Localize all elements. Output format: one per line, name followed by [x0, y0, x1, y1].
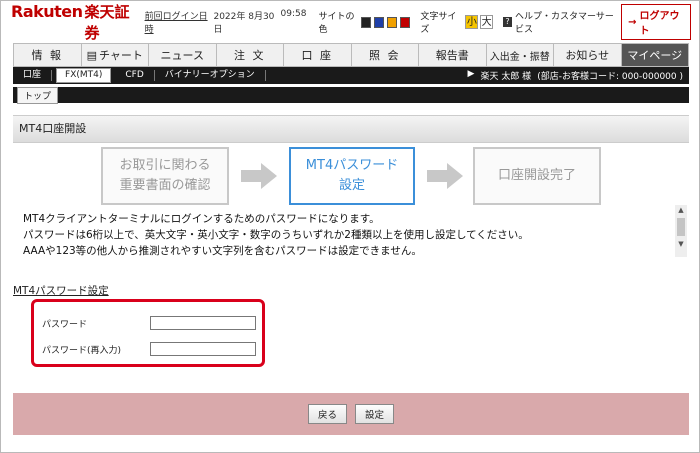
- chart-icon: ▤: [86, 48, 97, 62]
- help-label: ヘルプ・カスタマーサービス: [515, 12, 614, 35]
- nav-notice-label: お知らせ: [565, 49, 610, 62]
- desc-line-3: AAAや123等の他人から推測されやすい文字列を含むパスワードは設定できません。: [23, 245, 422, 257]
- rakuten-logo[interactable]: Rakuten 楽天証券: [11, 1, 133, 43]
- nav-report[interactable]: 報告書: [419, 44, 487, 66]
- scroll-up-icon[interactable]: ▲: [675, 205, 687, 215]
- desc-line-1: MT4クライアントターミナルにログインするためのパスワードになります。: [23, 213, 380, 225]
- font-size-label: 文字サイズ: [420, 12, 457, 35]
- nav-deposit[interactable]: 入出金・振替: [487, 44, 554, 66]
- subnav-account[interactable]: 口座: [13, 70, 53, 81]
- nav-order-label: 注 文: [234, 49, 266, 62]
- step1-line1: お取引に関わる: [119, 158, 211, 173]
- site-color-swatch-orange[interactable]: [387, 16, 398, 28]
- nav-inquiry[interactable]: 照 会: [352, 44, 419, 66]
- back-button[interactable]: 戻る: [307, 404, 347, 424]
- site-color-swatch-blue[interactable]: [374, 16, 385, 28]
- last-login-label[interactable]: 前回ログイン日時: [145, 9, 209, 35]
- main-content: MT4口座開設 お取引に関わる 重要書面の確認 MT4パスワード 設定 口座開設完了…: [13, 109, 689, 444]
- nav-deposit-label: 入出金・振替: [489, 51, 550, 63]
- user-name: 楽天 太郎 様: [480, 72, 532, 82]
- nav-info[interactable]: 情 報: [14, 44, 82, 66]
- subnav-fx-mt4[interactable]: FX(MT4): [56, 68, 112, 83]
- top-tab[interactable]: トップ: [17, 86, 59, 104]
- password-confirm-input[interactable]: [150, 342, 256, 356]
- nav-inquiry-label: 照 会: [369, 49, 401, 62]
- site-color-label: サイトの色: [318, 12, 355, 35]
- help-link[interactable]: ? ヘルプ・カスタマーサービス: [502, 9, 621, 35]
- password-form-highlight: パスワード パスワード(再入力): [31, 299, 265, 367]
- top-header: Rakuten 楽天証券 前回ログイン日時 2022年 8月30日 09:58 …: [7, 2, 695, 42]
- section-title-password: MT4パスワード設定: [13, 285, 109, 297]
- password-confirm-row: パスワード(再入力): [42, 340, 256, 358]
- scroll-down-icon[interactable]: ▼: [675, 239, 687, 249]
- last-login-date: 2022年 8月30日: [213, 12, 275, 35]
- nav-order[interactable]: 注 文: [217, 44, 284, 66]
- step-arrow-icon: [427, 163, 463, 189]
- step-account-complete: 口座開設完了: [473, 147, 601, 205]
- subnav-binary-option[interactable]: バイナリーオプション: [155, 70, 266, 81]
- site-color-swatch-black[interactable]: [361, 16, 372, 28]
- nav-notice[interactable]: お知らせ: [554, 44, 622, 66]
- nav-mypage[interactable]: マイページ: [621, 44, 688, 66]
- nav-account-label: 口 座: [301, 49, 333, 62]
- password-confirm-label: パスワード(再入力): [42, 345, 122, 356]
- sub-nav: 口座 FX(MT4) CFD バイナリーオプション ▶ 楽天 太郎 様 (部店-…: [13, 67, 689, 84]
- logo-en: Rakuten: [11, 2, 83, 21]
- submit-button[interactable]: 設定: [355, 404, 395, 424]
- main-nav: 情 報 ▤ チャート ニュース 注 文 口 座 照 会 報告書 入出金・振替 お知…: [13, 43, 689, 67]
- step3-line1: 口座開設完了: [497, 168, 576, 183]
- font-size-small-button[interactable]: 小: [465, 15, 479, 29]
- password-row: パスワード: [42, 314, 256, 332]
- step-password-setting: MT4パスワード 設定: [289, 147, 415, 205]
- step2-line2: 設定: [338, 178, 365, 193]
- step1-line2: 重要書面の確認: [119, 178, 211, 193]
- scroll-thumb[interactable]: [677, 218, 685, 236]
- step2-line1: MT4パスワード: [305, 158, 399, 173]
- description-scrollbar[interactable]: ▲ ▼: [675, 205, 687, 257]
- logout-label: ログアウト: [639, 11, 680, 37]
- nav-chart-label: チャート: [99, 49, 143, 62]
- help-icon: ?: [502, 17, 513, 27]
- browser-frame: Rakuten 楽天証券 前回ログイン日時 2022年 8月30日 09:58 …: [0, 0, 700, 453]
- logout-button[interactable]: → ログアウト: [621, 4, 691, 40]
- nav-account[interactable]: 口 座: [284, 44, 352, 66]
- font-size-large-button[interactable]: 大: [480, 15, 493, 29]
- form-action-bar: 戻る 設定: [13, 393, 689, 435]
- subnav-cfd[interactable]: CFD: [115, 70, 155, 81]
- user-arrow-icon: ▶: [467, 69, 475, 79]
- nav-news[interactable]: ニュース: [149, 44, 217, 66]
- nav-info-label: 情 報: [31, 49, 63, 62]
- last-login-time: 09:58: [280, 9, 307, 19]
- password-label: パスワード: [42, 319, 88, 330]
- nav-report-label: 報告書: [435, 49, 469, 62]
- last-login-info: 前回ログイン日時 2022年 8月30日 09:58: [145, 9, 307, 35]
- breadcrumb-row: トップ: [13, 86, 689, 104]
- user-info: ▶ 楽天 太郎 様 (部店-お客様コード: 000-000000 ): [468, 69, 683, 82]
- progress-steps: お取引に関わる 重要書面の確認 MT4パスワード 設定 口座開設完了: [101, 145, 601, 209]
- step-arrow-icon: [241, 163, 277, 189]
- step-document-confirm: お取引に関わる 重要書面の確認: [101, 147, 229, 205]
- nav-news-label: ニュース: [160, 49, 204, 62]
- logout-icon: →: [628, 16, 637, 28]
- password-description: MT4クライアントターミナルにログインするためのパスワードになります。 パスワー…: [23, 211, 673, 259]
- site-color-swatch-red[interactable]: [400, 16, 411, 28]
- logo-jp: 楽天証券: [84, 3, 130, 42]
- account-code: (部店-お客様コード: 000-000000 ): [537, 72, 683, 82]
- page-title: MT4口座開設: [13, 115, 689, 143]
- password-input[interactable]: [150, 316, 256, 330]
- site-color-selector: サイトの色: [318, 9, 411, 35]
- nav-chart[interactable]: ▤ チャート: [82, 44, 149, 66]
- nav-mypage-label: マイページ: [627, 49, 683, 62]
- desc-line-2: パスワードは6桁以上で、英大文字・英小文字・数字のうちいずれか2種類以上を使用し…: [23, 229, 529, 241]
- font-size-selector: 文字サイズ 小 大: [420, 9, 493, 35]
